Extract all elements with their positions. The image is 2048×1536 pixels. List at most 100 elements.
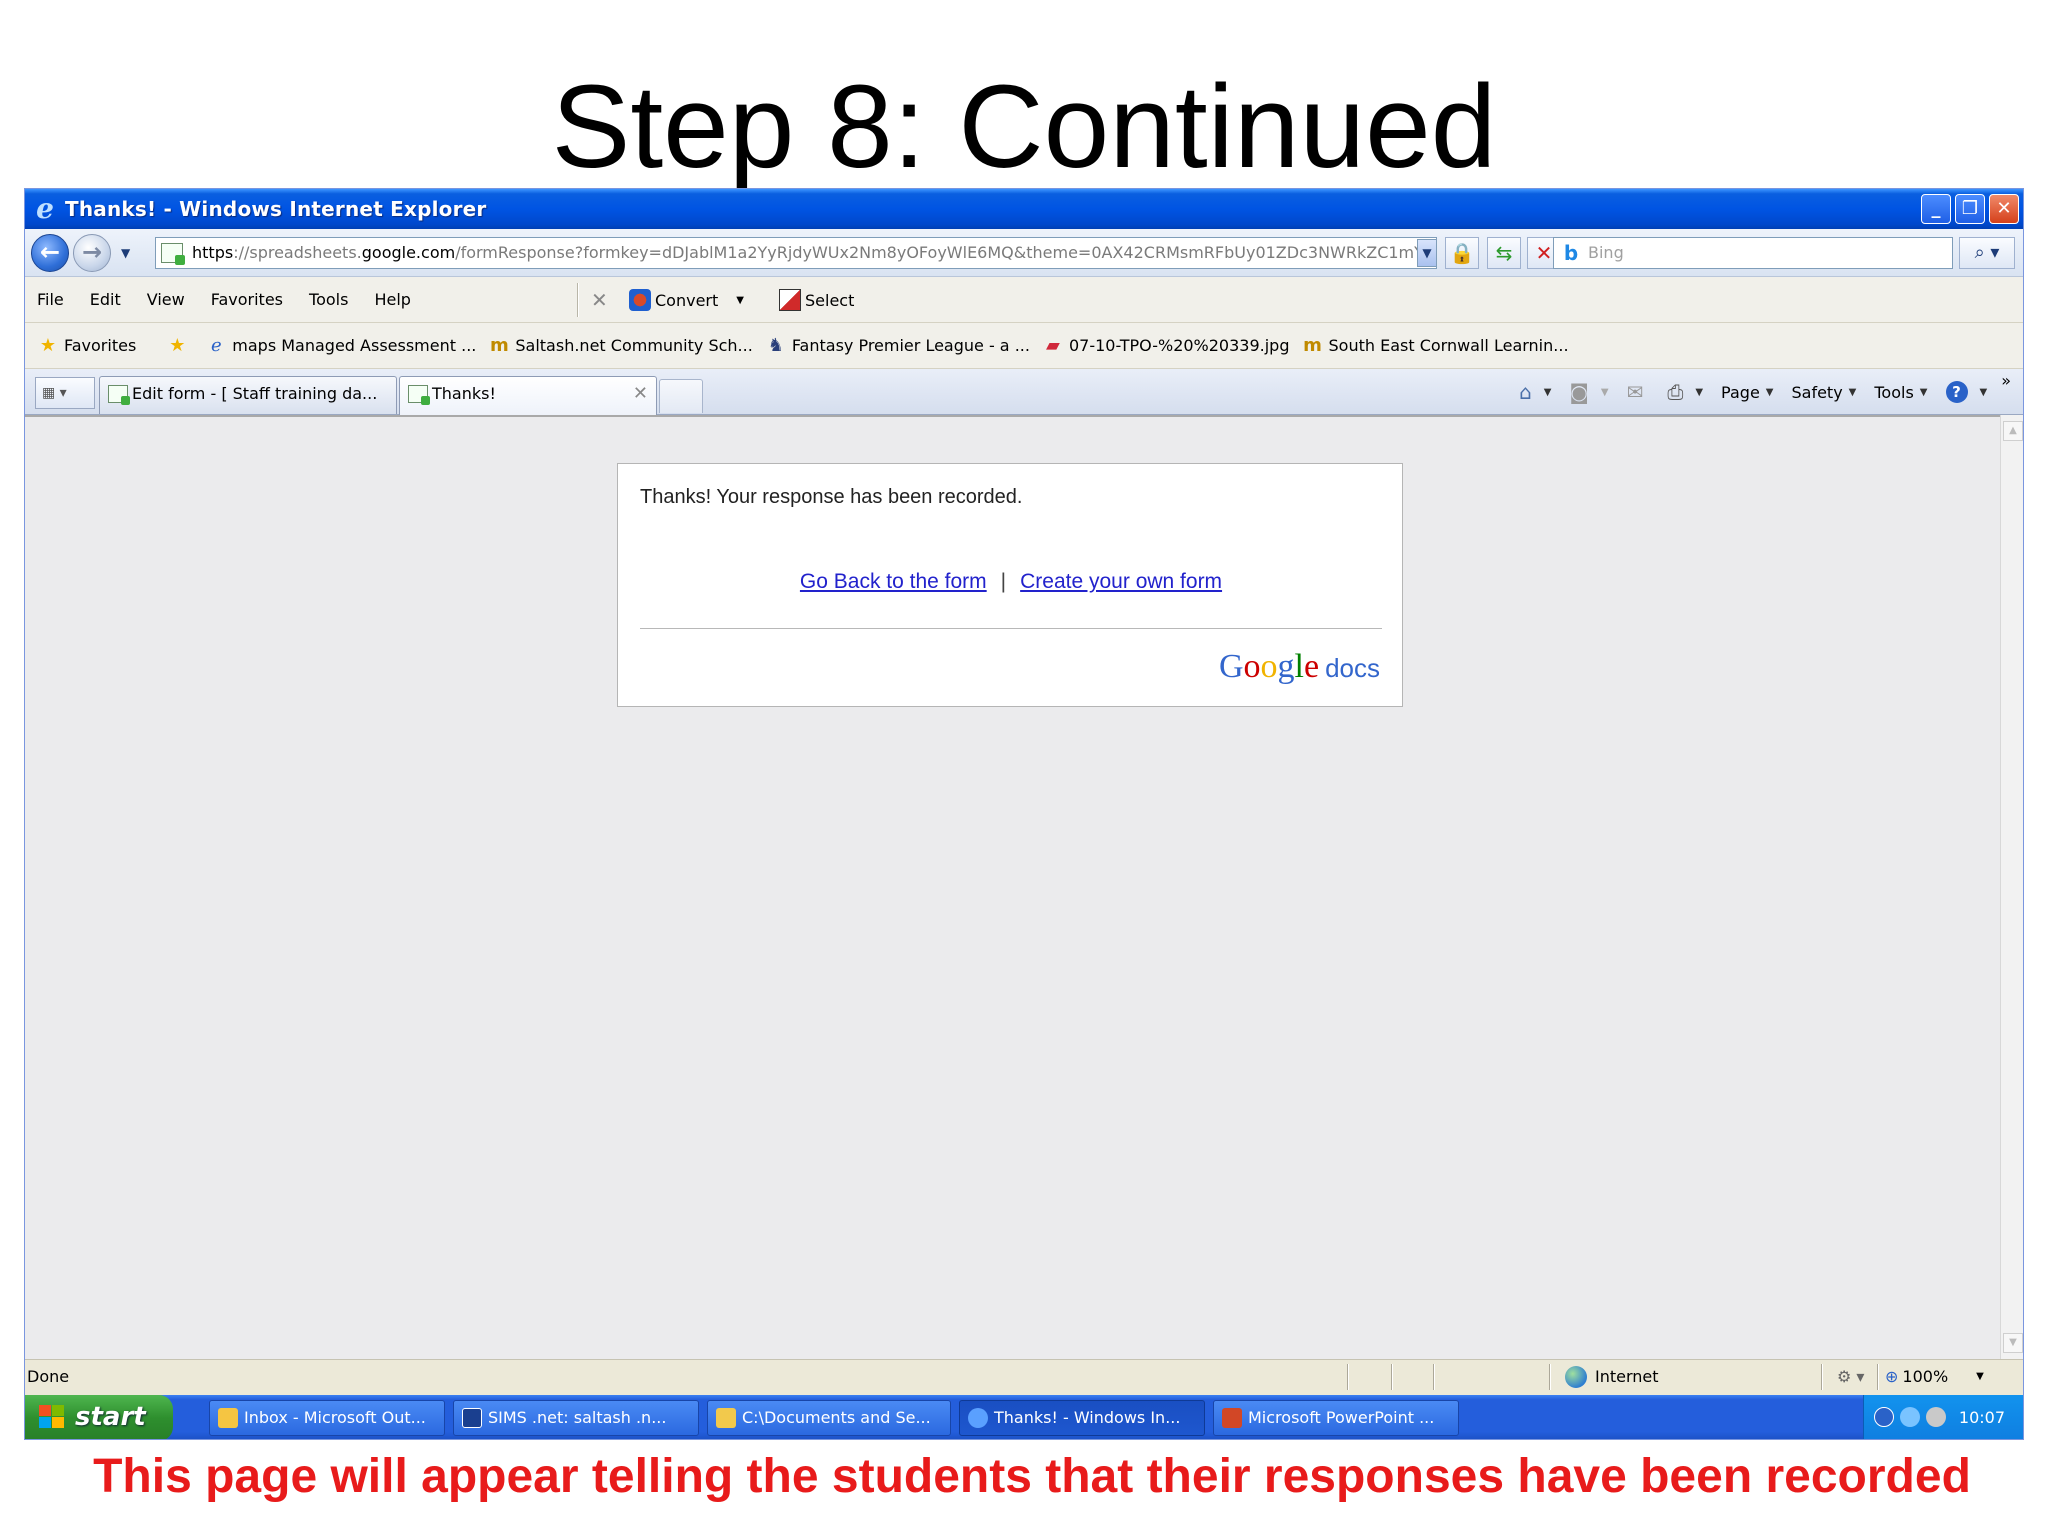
address-dropdown-button[interactable]: ▼: [1417, 239, 1437, 267]
address-input[interactable]: https://spreadsheets.google.com/formResp…: [155, 237, 1437, 269]
tab-label: Thanks!: [432, 384, 496, 403]
refresh-icon[interactable]: ⇆: [1487, 237, 1521, 269]
windows-flag-icon: [39, 1405, 65, 1429]
favorite-label: maps Managed Assessment ...: [232, 336, 477, 355]
status-divider: [1549, 1364, 1551, 1390]
zoom-dropdown-icon[interactable]: ▼: [1976, 1360, 1984, 1394]
status-divider: [1347, 1364, 1349, 1390]
search-input[interactable]: b Bing: [1553, 237, 1953, 269]
taskbar-button-label: C:\Documents and Se...: [742, 1408, 931, 1427]
url-separator: ://: [233, 243, 250, 262]
taskbar-button-ie[interactable]: Thanks! - Windows In...: [959, 1400, 1205, 1436]
network-icon[interactable]: [1900, 1407, 1920, 1427]
volume-icon[interactable]: [1926, 1407, 1946, 1427]
vertical-scrollbar[interactable]: ▲ ▼: [2000, 415, 2023, 1359]
printer-icon: ⎙: [1667, 380, 1684, 404]
close-toolbar-icon[interactable]: ✕: [591, 277, 608, 323]
url-scheme: https: [192, 243, 234, 262]
go-back-link[interactable]: Go Back to the form: [800, 570, 987, 593]
title-bar[interactable]: e Thanks! - Windows Internet Explorer _ …: [25, 189, 2023, 229]
scroll-up-button[interactable]: ▲: [2003, 421, 2023, 441]
select-button[interactable]: Select: [779, 277, 854, 323]
card-divider: [640, 628, 1382, 629]
new-tab-button[interactable]: [659, 379, 703, 413]
magnifier-icon: ⌕: [1974, 242, 1985, 263]
close-window-button[interactable]: ✕: [1989, 194, 2019, 224]
response-card: Thanks! Your response has been recorded.…: [617, 463, 1403, 707]
google-docs-logo[interactable]: Google docs: [1219, 648, 1380, 686]
print-button[interactable]: ⎙ ▼: [1667, 380, 1703, 404]
taskbar-button-explorer[interactable]: C:\Documents and Se...: [707, 1400, 951, 1436]
favorite-label: 07-10-TPO-%20%20339.jpg: [1068, 336, 1290, 355]
page-icon: [161, 243, 185, 265]
feeds-button[interactable]: ◙ ▼: [1569, 380, 1608, 404]
convert-dropdown-icon[interactable]: ▼: [736, 295, 744, 306]
forward-arrow-icon: →: [81, 238, 103, 266]
taskbar-button-sims[interactable]: SIMS .net: saltash .n...: [453, 1400, 699, 1436]
protected-mode-icon[interactable]: ⚙ ▾: [1837, 1360, 1864, 1394]
add-favorite-button[interactable]: ★: [166, 335, 193, 356]
zoom-control[interactable]: ⊕ 100% ▼: [1885, 1360, 1984, 1394]
quick-tabs-button[interactable]: ▦ ▾: [35, 377, 95, 409]
home-icon: ⌂: [1519, 380, 1532, 404]
close-tab-icon[interactable]: ✕: [633, 377, 648, 411]
sims-icon: [462, 1408, 482, 1428]
quick-tabs-icon: ▦: [42, 385, 56, 401]
favorite-label: Fantasy Premier League - a ...: [791, 336, 1030, 355]
history-dropdown-icon[interactable]: ▼: [121, 246, 130, 260]
mail-button[interactable]: ✉: [1627, 380, 1650, 404]
zoom-level: 100%: [1902, 1367, 1949, 1386]
url-domain: google.com: [361, 243, 456, 262]
rss-icon: ◙: [1569, 380, 1589, 404]
favorite-label: Saltash.net Community Sch...: [515, 336, 753, 355]
security-zone[interactable]: Internet: [1565, 1360, 1659, 1394]
tab-edit-form[interactable]: Edit form - [ Staff training da...: [99, 376, 397, 414]
tools-menu[interactable]: Tools ▼: [1874, 383, 1927, 402]
menu-edit[interactable]: Edit: [90, 290, 121, 309]
google-wordmark: Google: [1219, 648, 1319, 685]
menu-help[interactable]: Help: [374, 290, 410, 309]
favorite-link-3[interactable]: ♞ Fantasy Premier League - a ...: [765, 335, 1030, 356]
page-menu[interactable]: Page ▼: [1721, 383, 1773, 402]
favorite-link-1[interactable]: e maps Managed Assessment ...: [205, 335, 477, 356]
menu-file[interactable]: File: [37, 290, 64, 309]
restore-button[interactable]: ❐: [1955, 194, 1985, 224]
favorites-label: Favorites: [64, 336, 137, 355]
taskbar-button-outlook[interactable]: Inbox - Microsoft Out...: [209, 1400, 445, 1436]
favorite-link-5[interactable]: m South East Cornwall Learnin...: [1302, 335, 1568, 356]
search-button[interactable]: ⌕ ▾: [1959, 237, 2015, 269]
safety-menu[interactable]: Safety ▼: [1791, 383, 1856, 402]
home-button[interactable]: ⌂ ▼: [1519, 380, 1551, 404]
favorites-star-icon: ★: [39, 334, 57, 356]
help-button[interactable]: ? ▼: [1945, 381, 1987, 403]
slide-title: Step 8: Continued: [551, 61, 1497, 193]
minimize-button[interactable]: _: [1921, 194, 1951, 224]
security-lock-icon[interactable]: 🔒: [1445, 237, 1479, 269]
favorite-link-4[interactable]: ▰ 07-10-TPO-%20%20339.jpg: [1042, 335, 1290, 356]
taskbar-button-label: SIMS .net: saltash .n...: [488, 1408, 667, 1427]
convert-button[interactable]: Convert ▼: [629, 277, 744, 323]
google-letter: l: [1294, 648, 1304, 685]
tab-thanks[interactable]: Thanks! ✕: [399, 376, 657, 416]
menu-favorites[interactable]: Favorites: [211, 290, 283, 309]
forward-button[interactable]: →: [73, 234, 111, 272]
slide-caption: This page will appear telling the studen…: [93, 1450, 1971, 1503]
back-button[interactable]: ←: [31, 234, 69, 272]
scroll-down-button[interactable]: ▼: [2003, 1333, 2023, 1353]
url-subdomain: spreadsheets.: [249, 243, 362, 262]
create-form-link[interactable]: Create your own form: [1020, 570, 1222, 593]
google-letter: G: [1218, 648, 1244, 685]
internet-globe-icon: [1565, 1366, 1587, 1388]
favorites-button[interactable]: ★ Favorites: [37, 334, 137, 356]
favorite-link-2[interactable]: m Saltash.net Community Sch...: [488, 335, 753, 356]
tray-expand-icon[interactable]: [1874, 1407, 1894, 1427]
more-commands-button[interactable]: »: [2001, 371, 2011, 390]
google-letter: g: [1277, 648, 1295, 685]
start-button[interactable]: start: [25, 1395, 173, 1439]
taskbar-button-powerpoint[interactable]: Microsoft PowerPoint ...: [1213, 1400, 1459, 1436]
menu-tools[interactable]: Tools: [309, 290, 348, 309]
address-toolbar: ← → ▼ https://spreadsheets.google.com/fo…: [25, 229, 2023, 277]
taskbar-button-label: Inbox - Microsoft Out...: [244, 1408, 426, 1427]
form-links: Go Back to the form | Create your own form: [618, 570, 1404, 594]
menu-view[interactable]: View: [147, 290, 185, 309]
